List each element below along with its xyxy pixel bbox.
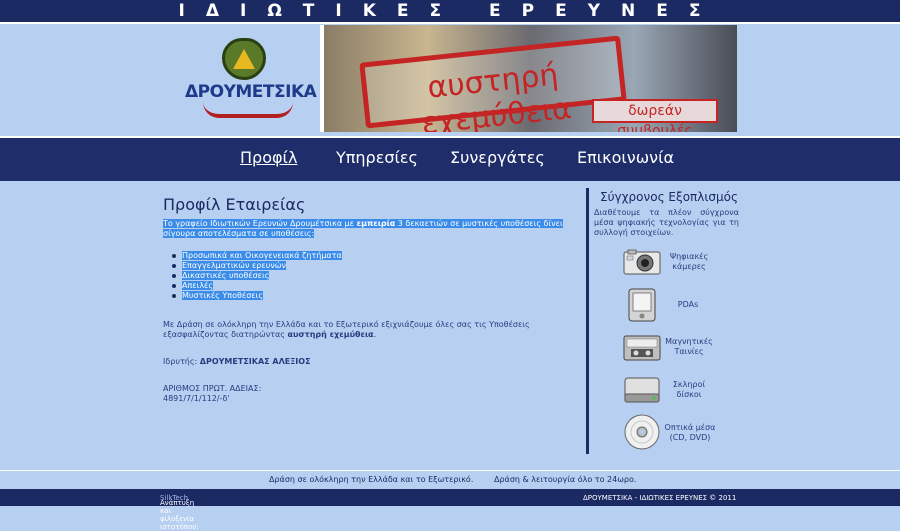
confidentiality-stamp: αυστηρή εχεμύθεια xyxy=(359,35,627,132)
sidebar-title: Σύγχρονος Εξοπλισμός xyxy=(600,190,739,204)
header-banner: αυστηρή εχεμύθεια δωρεάν συμβουλές xyxy=(320,25,737,132)
footer-credits: Ανάπτυξη και φιλοξενία ιστοτόπου: SilkTe… xyxy=(160,494,199,531)
page-title: Προφίλ Εταιρείας xyxy=(163,195,306,214)
services-list: Προσωπικά και Οικογενειακά ζητήματα Επαγ… xyxy=(172,251,342,301)
equipment-label: Σκληροί xyxy=(672,380,706,389)
list-item: Μυστικές Υποθέσεις xyxy=(172,291,342,301)
list-item: Προσωπικά και Οικογενειακά ζητήματα xyxy=(172,251,342,261)
camera-icon xyxy=(623,249,661,275)
coverage-end: . xyxy=(373,330,377,339)
list-item: Απειλές xyxy=(172,281,342,291)
equipment-pda: PDAs xyxy=(668,300,708,310)
crest-icon xyxy=(222,38,266,80)
founder-line: Ιδρυτής: ΔΡΟΥΜΕΤΣΙΚΑΣ ΑΛΕΞΙΟΣ xyxy=(163,357,311,366)
coverage-paragraph: Με Δράση σε ολόκληρη την Ελλάδα και το Ε… xyxy=(163,320,581,340)
equipment-camera: Ψηφιακές κάμερες xyxy=(662,252,716,272)
nav-item-services[interactable]: Υπηρεσίες xyxy=(336,148,418,168)
equipment-label: Οπτικά μέσα xyxy=(664,423,716,432)
intro-paragraph: Το γραφείο Ιδιωτικών Ερευνών Δρουμέτσικα… xyxy=(163,219,581,239)
equipment-label: PDAs xyxy=(677,300,699,309)
license-label: ΑΡΙΘΜΟΣ ΠΡΩΤ. ΑΔΕΙΑΣ: xyxy=(163,384,262,393)
service-label: Προσωπικά και Οικογενειακά ζητήματα xyxy=(182,251,342,260)
equipment-label: (CD, DVD) xyxy=(669,433,711,442)
footer-slogans: Δράση σε ολόκληρη την Ελλάδα και το Εξωτ… xyxy=(0,470,900,488)
equipment-label: Μαγνητικές xyxy=(665,337,713,346)
tape-icon xyxy=(623,335,661,361)
service-label: Επαγγελματικών ερευνών xyxy=(182,261,286,270)
footer-bar: Ανάπτυξη και φιλοξενία ιστοτόπου: SilkTe… xyxy=(0,489,900,531)
equipment-label: δίσκοι xyxy=(676,390,702,399)
optical-disc-icon xyxy=(624,414,660,450)
nav-item-contact[interactable]: Επικοινωνία xyxy=(577,148,674,168)
service-label: Δικαστικές υποθέσεις xyxy=(182,271,270,280)
footer-slogan-1: Δράση σε ολόκληρη την Ελλάδα και το Εξωτ… xyxy=(269,475,474,484)
logo-swoosh xyxy=(203,102,293,118)
top-title-bar: ΙΔΙΩΤΙΚΕΣ ΕΡΕΥΝΕΣ xyxy=(0,0,900,24)
sidebar-description: Διαθέτουμε τα πλέον σύγχρονα μέσα ψηφιακ… xyxy=(594,208,739,237)
coverage-bold: αυστηρή εχεμύθεια xyxy=(287,330,374,339)
license-number: 4891/7/1/112/-δ' xyxy=(163,394,230,403)
service-label: Απειλές xyxy=(182,281,214,290)
founder-name: ΔΡΟΥΜΕΤΣΙΚΑΣ ΑΛΕΞΙΟΣ xyxy=(199,357,311,366)
nav-item-partners[interactable]: Συνεργάτες xyxy=(450,148,545,168)
equipment-label: κάμερες xyxy=(672,262,706,271)
equipment-hard-disk: Σκληροί δίσκοι xyxy=(667,380,711,400)
equipment-label: Ψηφιακές xyxy=(669,252,709,261)
list-item: Δικαστικές υποθέσεις xyxy=(172,271,342,281)
intro-bold: εμπειρία xyxy=(356,219,396,228)
site-title: ΙΔΙΩΤΙΚΕΣ ΕΡΕΥΝΕΣ xyxy=(178,1,722,21)
founder-label: Ιδρυτής: xyxy=(163,357,200,366)
footer-slogan-2: Δράση & λειτουργία όλο το 24ωρο. xyxy=(494,475,637,484)
nav-item-profile[interactable]: Προφίλ xyxy=(240,148,297,168)
license-info: ΑΡΙΘΜΟΣ ΠΡΩΤ. ΑΔΕΙΑΣ: 4891/7/1/112/-δ' xyxy=(163,384,261,404)
free-advice-badge: δωρεάν συμβουλές xyxy=(592,99,718,132)
footer-copyright: ΔΡΟΥΜΕΤΣΙΚΑ - ΙΔΙΩΤΙΚΕΣ ΕΡΕΥΝΕΣ © 2011 xyxy=(583,494,737,502)
main-navigation: Προφίλ Υπηρεσίες Συνεργάτες Επικοινωνία xyxy=(0,136,900,183)
list-item: Επαγγελματικών ερευνών xyxy=(172,261,342,271)
stamp-text: αυστηρή εχεμύθεια xyxy=(419,57,574,132)
logo-text: ΔΡΟΥΜΕΤΣΙΚΑ xyxy=(185,82,317,102)
column-divider xyxy=(586,188,589,454)
equipment-label: Ταινίες xyxy=(674,347,704,356)
service-label: Μυστικές Υποθέσεις xyxy=(182,291,264,300)
equipment-optical: Οπτικά μέσα (CD, DVD) xyxy=(662,423,718,443)
equipment-tape: Μαγνητικές Ταινίες xyxy=(664,337,714,357)
company-logo[interactable]: ΔΡΟΥΜΕΤΣΙΚΑ xyxy=(185,36,317,120)
pda-icon xyxy=(628,288,656,322)
dev-label: Ανάπτυξη και φιλοξενία ιστοτόπου: xyxy=(160,499,199,531)
intro-text-1: Το γραφείο Ιδιωτικών Ερευνών Δρουμέτσικα… xyxy=(163,219,357,228)
hard-disk-icon xyxy=(624,377,660,403)
